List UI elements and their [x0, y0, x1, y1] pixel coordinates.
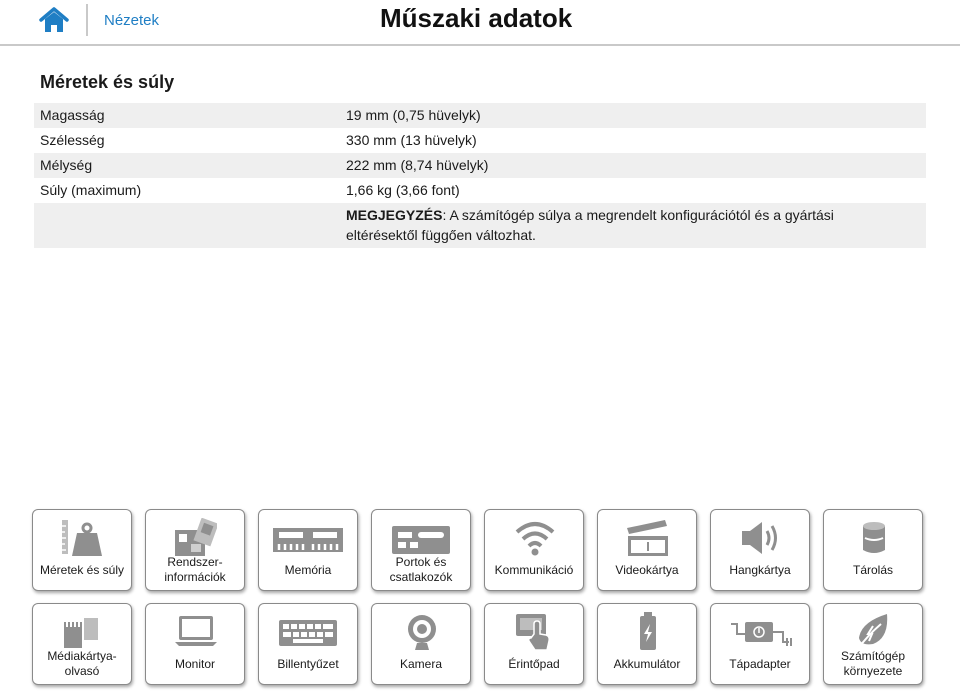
storage-disk-icon [853, 518, 895, 558]
spec-value: 1,66 kg (3,66 font) [346, 182, 460, 198]
home-icon[interactable] [38, 6, 70, 34]
tile-environment[interactable]: Számítógép környezete [823, 603, 923, 685]
tile-label: Videokártya [615, 562, 679, 577]
nav-link-views[interactable]: Nézetek [104, 12, 159, 29]
memory-module-icon [273, 518, 345, 558]
tile-system-info[interactable]: Rendszer-információk [145, 509, 245, 591]
header-divider [86, 4, 88, 36]
tile-label: Tápadapter [729, 656, 791, 671]
spec-label: Súly (maximum) [40, 182, 142, 198]
tile-dimensions-weight[interactable]: Méretek és súly [32, 509, 132, 591]
battery-icon [627, 612, 669, 652]
tile-label: Méretek és súly [39, 562, 125, 577]
tile-label: Számítógép környezete [840, 649, 906, 678]
tile-label: Rendszer-információk [164, 555, 226, 584]
tile-ports-connectors[interactable]: Portok és csatlakozók [371, 509, 471, 591]
wifi-icon [514, 518, 556, 558]
tile-video-card[interactable]: Videokártya [597, 509, 697, 591]
tile-media-card-reader[interactable]: Médiakártya-olvasó [32, 603, 132, 685]
monitor-icon [175, 612, 217, 652]
tile-label: Érintőpad [508, 656, 560, 671]
tile-label: Hangkártya [729, 562, 791, 577]
tile-monitor[interactable]: Monitor [145, 603, 245, 685]
tile-label: Memória [284, 562, 332, 577]
tile-power-adapter[interactable]: Tápadapter [710, 603, 810, 685]
tile-label: Kommunikáció [494, 562, 574, 577]
specs-table: Magasság 19 mm (0,75 hüvelyk) Szélesség … [34, 103, 926, 248]
tile-keyboard[interactable]: Billentyűzet [258, 603, 358, 685]
tile-storage[interactable]: Tárolás [823, 509, 923, 591]
tile-label: Akkumulátor [613, 656, 681, 671]
note-row: MEGJEGYZÉS: A számítógép súlya a megrend… [34, 203, 926, 248]
keyboard-icon [279, 612, 339, 652]
tile-label: Kamera [399, 656, 443, 671]
top-bar: Nézetek Műszaki adatok [0, 0, 960, 46]
spec-value: 19 mm (0,75 hüvelyk) [346, 107, 481, 123]
tile-memory[interactable]: Memória [258, 509, 358, 591]
spec-row: Mélység 222 mm (8,74 hüvelyk) [34, 153, 926, 178]
leaf-environment-icon [853, 612, 895, 652]
power-adapter-icon [731, 612, 793, 652]
tile-label: Tárolás [852, 562, 893, 577]
ports-icon [392, 518, 452, 558]
speaker-icon [740, 518, 782, 558]
spec-value: 222 mm (8,74 hüvelyk) [346, 157, 489, 173]
tile-label: Billentyűzet [277, 656, 339, 671]
spec-row: Szélesség 330 mm (13 hüvelyk) [34, 128, 926, 153]
spec-label: Mélység [40, 157, 93, 173]
note-spacer [34, 203, 346, 248]
section-title: Méretek és súly [40, 72, 175, 92]
tile-camera[interactable]: Kamera [371, 603, 471, 685]
note-label: MEGJEGYZÉS [346, 207, 443, 223]
spec-row: Magasság 19 mm (0,75 hüvelyk) [34, 103, 926, 128]
tile-label: Monitor [174, 656, 215, 671]
tile-touchpad[interactable]: Érintőpad [484, 603, 584, 685]
camera-icon [401, 612, 443, 652]
motherboard-icon [175, 517, 219, 558]
weight-ruler-icon [62, 518, 104, 558]
spec-label: Szélesség [40, 132, 105, 148]
spec-value: 330 mm (13 hüvelyk) [346, 132, 477, 148]
page-title: Műszaki adatok [380, 3, 573, 33]
tile-audio-card[interactable]: Hangkártya [710, 509, 810, 591]
media-card-icon [62, 612, 104, 652]
spec-label: Magasság [40, 107, 105, 123]
note: MEGJEGYZÉS: A számítógép súlya a megrend… [346, 203, 926, 248]
video-clapper-icon [627, 518, 669, 558]
tile-battery[interactable]: Akkumulátor [597, 603, 697, 685]
tile-communication[interactable]: Kommunikáció [484, 509, 584, 591]
touchpad-icon [514, 612, 556, 652]
tile-label: Médiakártya-olvasó [47, 649, 117, 678]
tile-label: Portok és csatlakozók [389, 555, 453, 584]
spec-row: Súly (maximum) 1,66 kg (3,66 font) [34, 178, 926, 203]
